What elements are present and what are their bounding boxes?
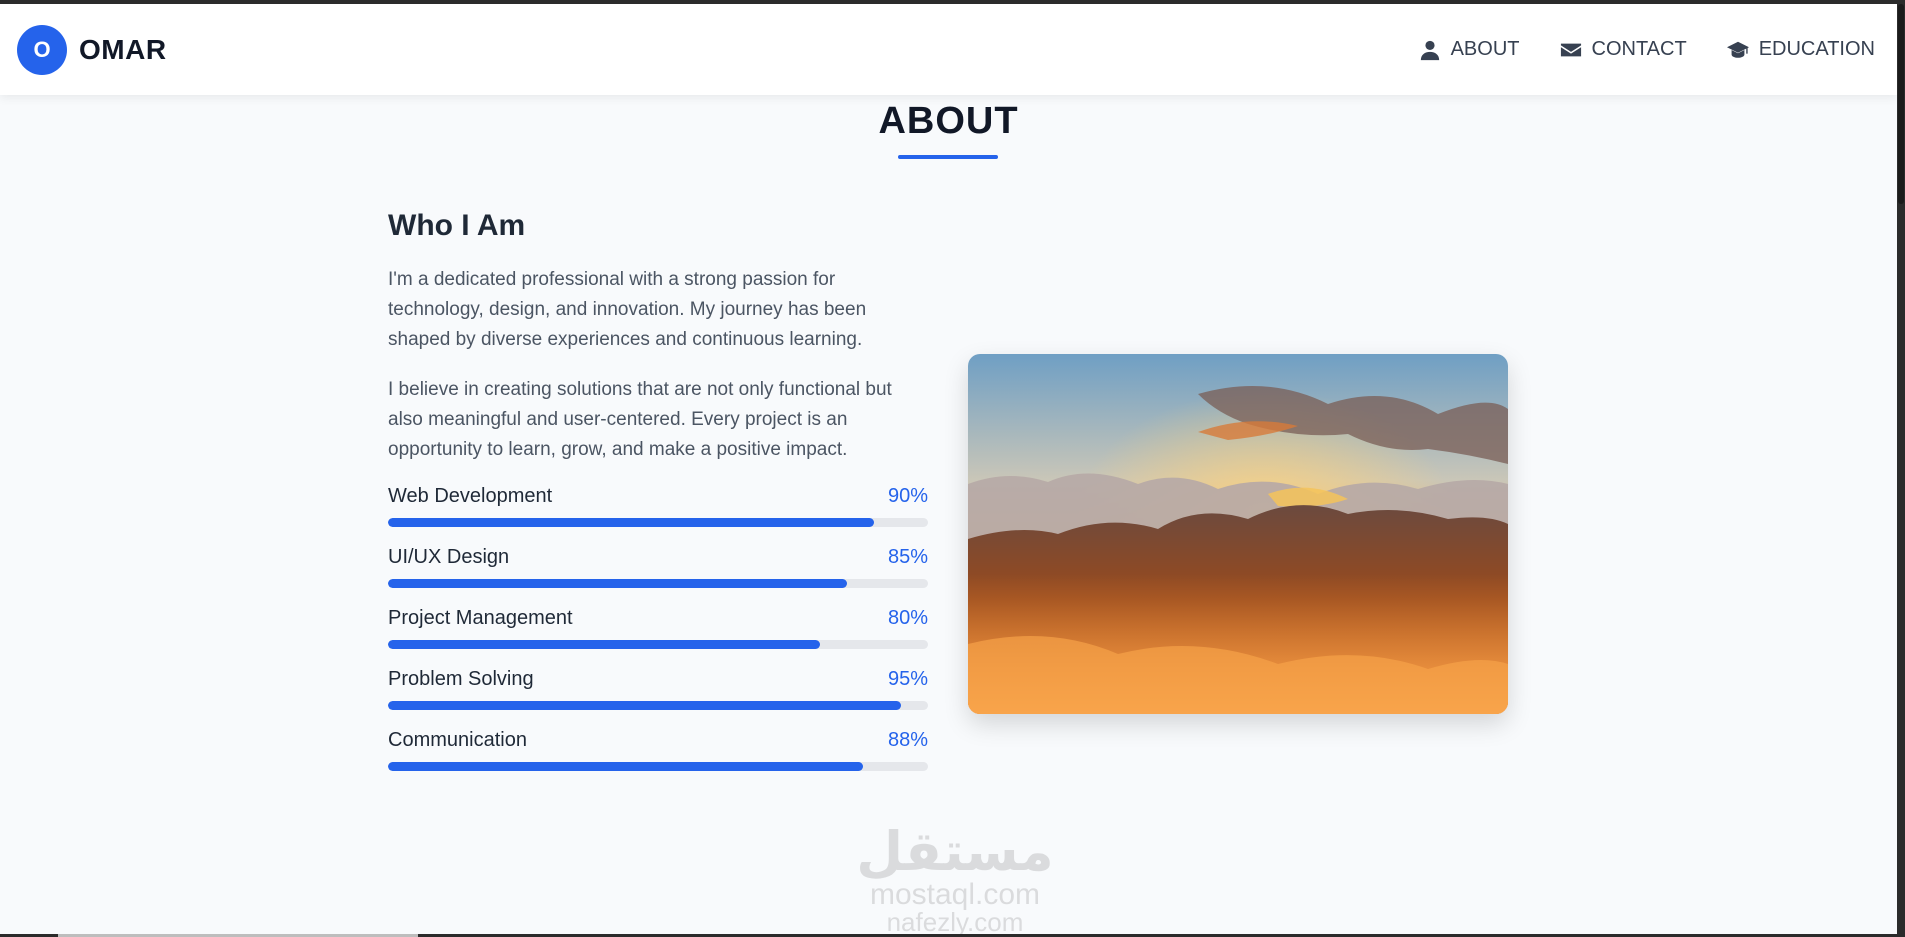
watermark-text: nafezly.com bbox=[886, 907, 1024, 934]
envelope-icon bbox=[1560, 43, 1581, 56]
nav-link-label: CONTACT bbox=[1591, 38, 1687, 60]
nav-link-label: ABOUT bbox=[1450, 38, 1520, 60]
watermark-logo: مستقل bbox=[856, 822, 1054, 882]
skill-item: Web Development 90% bbox=[388, 485, 928, 527]
watermark: مستقل mostaql.com nafezly.com bbox=[835, 824, 1075, 934]
skill-item: Communication 88% bbox=[388, 729, 928, 771]
scrollbar-thumb[interactable] bbox=[1898, 4, 1904, 204]
about-photo bbox=[968, 354, 1508, 714]
skill-progress-track bbox=[388, 701, 928, 710]
about-paragraph: I'm a dedicated professional with a stro… bbox=[388, 269, 867, 350]
skill-name: UI/UX Design bbox=[388, 546, 510, 568]
graduation-cap-icon bbox=[1726, 41, 1749, 58]
mountain-sunset-photo bbox=[968, 354, 1508, 714]
skill-progress-fill bbox=[388, 518, 874, 527]
skill-name: Web Development bbox=[388, 485, 553, 507]
skill-name: Project Management bbox=[388, 607, 573, 629]
watermark-text: mostaql.com bbox=[869, 878, 1041, 911]
nav-link-contact[interactable]: CONTACT bbox=[1560, 38, 1687, 61]
brand-logo[interactable]: O bbox=[17, 24, 67, 75]
skill-progress-track bbox=[388, 762, 928, 771]
about-text: Who I Am I'm a dedicated professional wi… bbox=[388, 209, 928, 771]
skill-progress-fill bbox=[388, 579, 847, 588]
skill-progress-track bbox=[388, 518, 928, 527]
skill-name: Problem Solving bbox=[388, 668, 534, 690]
skill-percent: 95% bbox=[887, 668, 928, 690]
title-underline bbox=[898, 155, 998, 159]
skills-list: Web Development 90% UI/UX Design 85% Pro… bbox=[388, 485, 928, 771]
nav-link-about[interactable]: ABOUT bbox=[1419, 38, 1520, 61]
section-title: ABOUT bbox=[878, 100, 1019, 142]
nav-link-education[interactable]: EDUCATION bbox=[1726, 38, 1875, 61]
nav-links: ABOUT CONTACT EDUCATION bbox=[1419, 38, 1875, 61]
skill-percent: 85% bbox=[887, 546, 928, 568]
skill-item: UI/UX Design 85% bbox=[388, 546, 928, 588]
about-paragraph: I believe in creating solutions that are… bbox=[388, 379, 892, 460]
skill-item: Project Management 80% bbox=[388, 607, 928, 649]
nav-link-label: EDUCATION bbox=[1758, 38, 1875, 60]
subheading: Who I Am bbox=[388, 209, 526, 242]
skill-item: Problem Solving 95% bbox=[388, 668, 928, 710]
skill-progress-fill bbox=[388, 640, 820, 649]
brand[interactable]: O OMAR bbox=[17, 24, 167, 75]
brand-name[interactable]: OMAR bbox=[79, 34, 167, 66]
scrollbar[interactable] bbox=[1897, 4, 1905, 934]
page-viewport: O OMAR ABOUT CONTACT EDUCATION ABOUT Who… bbox=[0, 4, 1897, 934]
navbar: O OMAR ABOUT CONTACT EDUCATION bbox=[0, 4, 1897, 95]
skill-progress-fill bbox=[388, 762, 864, 771]
skill-progress-track bbox=[388, 640, 928, 649]
user-icon bbox=[1420, 40, 1439, 60]
skill-name: Communication bbox=[388, 729, 527, 751]
skill-progress-track bbox=[388, 579, 928, 588]
skill-percent: 88% bbox=[887, 729, 928, 751]
skill-percent: 80% bbox=[887, 607, 928, 629]
skill-progress-fill bbox=[388, 701, 901, 710]
skill-percent: 90% bbox=[887, 485, 928, 507]
